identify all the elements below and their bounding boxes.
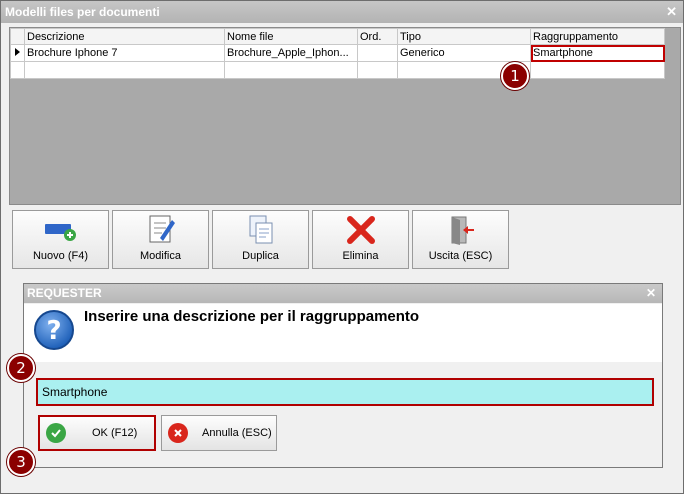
annulla-label: Annulla (ESC) [202,427,272,439]
close-icon[interactable]: ✕ [666,1,677,23]
svg-text:?: ? [46,316,61,346]
col-header-nome-file[interactable]: Nome file [224,28,358,45]
grid-table: Descrizione Nome file Ord. Tipo Raggrupp… [10,28,665,79]
step-badge-3: 3 [7,448,35,476]
cell-ord[interactable] [357,44,398,62]
question-icon: ? [32,308,76,355]
cell-tipo[interactable]: Generico [397,44,531,62]
requester-dialog: REQUESTER ✕ ? Inserire una descrizione p… [23,283,663,468]
add-icon [13,211,108,249]
requester-titlebar: REQUESTER ✕ [24,284,662,303]
ok-label: OK (F12) [92,427,138,439]
row-selector [10,61,25,79]
requester-close-icon[interactable]: ✕ [646,284,656,303]
exit-door-icon [413,211,508,249]
edit-document-icon [113,211,208,249]
duplicate-icon [213,211,308,249]
requester-message-panel: ? Inserire una descrizione per il raggru… [24,304,662,362]
nuovo-button[interactable]: Nuovo (F4) [12,210,109,269]
empty-cell[interactable] [530,61,665,79]
cancel-icon [168,423,188,443]
uscita-button[interactable]: Uscita (ESC) [412,210,509,269]
cell-raggruppamento[interactable]: Smartphone [530,44,665,62]
window-title: Modelli files per documenti [5,5,160,19]
documents-grid[interactable]: Descrizione Nome file Ord. Tipo Raggrupp… [9,27,681,205]
delete-icon [313,211,408,249]
window-titlebar: Modelli files per documenti ✕ [1,1,683,23]
annulla-button[interactable]: Annulla (ESC) [161,415,277,451]
duplica-label: Duplica [242,250,279,262]
col-header-descrizione[interactable]: Descrizione [24,28,225,45]
ok-button[interactable]: OK (F12) [38,415,156,451]
col-header-tipo[interactable]: Tipo [397,28,531,45]
requester-message: Inserire una descrizione per il raggrupp… [84,308,420,325]
raggruppamento-input[interactable]: Smartphone [36,378,654,406]
modifica-label: Modifica [140,250,181,262]
duplica-button[interactable]: Duplica [212,210,309,269]
uscita-label: Uscita (ESC) [428,250,493,262]
grid-header-row: Descrizione Nome file Ord. Tipo Raggrupp… [10,28,665,45]
empty-cell[interactable] [357,61,398,79]
table-row-new[interactable] [10,61,665,79]
empty-cell[interactable] [24,61,225,79]
modifica-button[interactable]: Modifica [112,210,209,269]
cell-descrizione[interactable]: Brochure Iphone 7 [24,44,225,62]
col-header-raggruppamento[interactable]: Raggruppamento [530,28,665,45]
elimina-label: Elimina [342,250,379,262]
empty-cell[interactable] [224,61,358,79]
check-icon [46,423,66,443]
main-window: Modelli files per documenti ✕ Descrizion… [0,0,684,494]
col-header-ord[interactable]: Ord. [357,28,398,45]
cell-nome-file[interactable]: Brochure_Apple_Iphon... [224,44,358,62]
row-selector-header [10,28,25,45]
requester-title: REQUESTER [27,286,102,300]
step-badge-2: 2 [7,354,35,382]
elimina-button[interactable]: Elimina [312,210,409,269]
row-pointer-icon [10,44,25,62]
step-badge-1: 1 [501,62,529,90]
nuovo-label: Nuovo (F4) [32,250,89,262]
table-row[interactable]: Brochure Iphone 7 Brochure_Apple_Iphon..… [10,44,665,62]
